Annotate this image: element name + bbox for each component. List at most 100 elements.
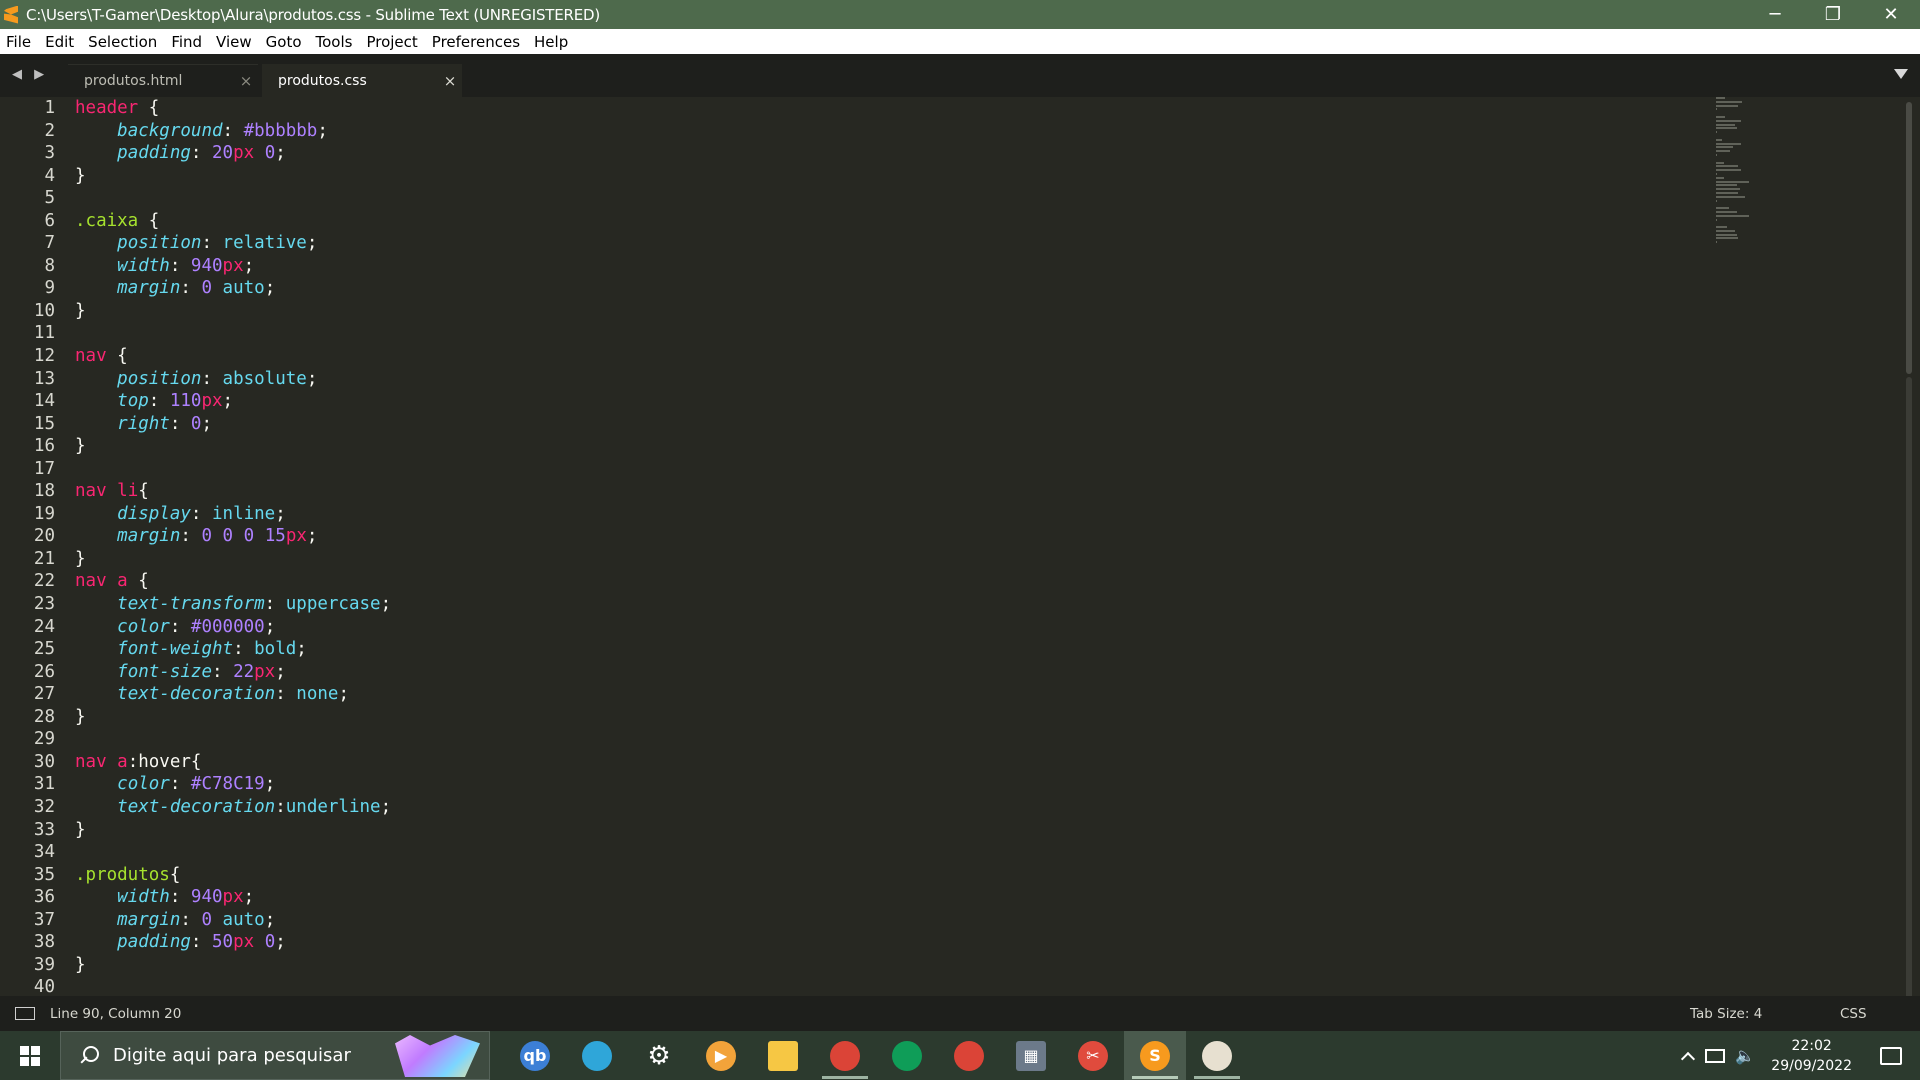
code-line[interactable]: .produtos{ bbox=[75, 864, 391, 887]
code-line[interactable]: nav li{ bbox=[75, 480, 391, 503]
code-line[interactable]: position: relative; bbox=[75, 232, 391, 255]
taskbar-app-chrome-profile-2[interactable] bbox=[938, 1031, 1000, 1080]
code-line[interactable]: text-decoration:underline; bbox=[75, 796, 391, 819]
file-explorer-icon bbox=[768, 1040, 798, 1071]
minimize-button[interactable]: ─ bbox=[1746, 0, 1804, 29]
tab-produtos-html[interactable]: produtos.html × bbox=[68, 64, 258, 97]
code-line[interactable]: } bbox=[75, 954, 391, 977]
code-line[interactable]: padding: 20px 0; bbox=[75, 142, 391, 165]
menu-file[interactable]: File bbox=[0, 33, 38, 51]
code-line[interactable]: } bbox=[75, 819, 391, 842]
code-line[interactable]: top: 110px; bbox=[75, 390, 391, 413]
menu-project[interactable]: Project bbox=[359, 33, 424, 51]
code-token: relative bbox=[222, 233, 307, 254]
code-line[interactable]: font-size: 22px; bbox=[75, 661, 391, 684]
tab-list-dropdown-icon[interactable] bbox=[1894, 69, 1908, 79]
code-line[interactable]: } bbox=[75, 165, 391, 188]
menu-edit[interactable]: Edit bbox=[38, 33, 81, 51]
menu-selection[interactable]: Selection bbox=[81, 33, 164, 51]
code-line[interactable] bbox=[75, 728, 391, 751]
code-token: :hover{ bbox=[127, 751, 202, 772]
code-line[interactable]: right: 0; bbox=[75, 413, 391, 436]
taskbar-app-chrome-profile[interactable] bbox=[876, 1031, 938, 1080]
syntax-indicator[interactable]: CSS bbox=[1840, 1006, 1920, 1022]
code-line[interactable]: font-weight: bold; bbox=[75, 638, 391, 661]
code-line[interactable]: } bbox=[75, 435, 391, 458]
code-token: } bbox=[75, 548, 86, 569]
minimap[interactable] bbox=[1716, 97, 1756, 327]
code-line[interactable]: background: #bbbbbb; bbox=[75, 120, 391, 143]
code-line[interactable]: } bbox=[75, 300, 391, 323]
menu-help[interactable]: Help bbox=[527, 33, 575, 51]
code-line[interactable]: margin: 0 auto; bbox=[75, 909, 391, 932]
taskbar-app-sublime-text[interactable]: S bbox=[1124, 1031, 1186, 1080]
code-token: 22 bbox=[233, 661, 255, 682]
taskbar-app-paint[interactable] bbox=[1186, 1031, 1248, 1080]
close-button[interactable]: ✕ bbox=[1862, 0, 1920, 29]
code-editor[interactable]: 1 2 3 4 5 6 7 8 9 10 11 12 13 14 15 16 17 18 19 20 21 22 23 24 2… bbox=[0, 97, 1920, 1080]
network-icon[interactable] bbox=[1705, 1048, 1726, 1063]
taskbar-app-edge[interactable] bbox=[566, 1031, 628, 1080]
tab-navigation-arrows[interactable]: ◀ ▶ bbox=[12, 67, 48, 82]
code-line[interactable]: position: absolute; bbox=[75, 368, 391, 391]
code-token: ; bbox=[264, 774, 276, 795]
notifications-icon[interactable] bbox=[1880, 1046, 1902, 1065]
code-line[interactable]: width: 940px; bbox=[75, 255, 391, 278]
taskbar-app-chrome[interactable] bbox=[814, 1031, 876, 1080]
code-token: px bbox=[233, 932, 255, 953]
code-token: bold bbox=[254, 639, 297, 660]
tab-size-indicator[interactable]: Tab Size: 4 bbox=[1690, 1006, 1840, 1022]
code-token: ; bbox=[380, 594, 392, 615]
panel-toggle-icon[interactable] bbox=[15, 1007, 35, 1020]
code-line[interactable]: padding: 50px 0; bbox=[75, 931, 391, 954]
code-line[interactable]: nav a { bbox=[75, 570, 391, 593]
taskbar-app-qbittorrent[interactable]: qb bbox=[504, 1031, 566, 1080]
code-line[interactable]: margin: 0 0 0 15px; bbox=[75, 525, 391, 548]
menu-tools[interactable]: Tools bbox=[309, 33, 360, 51]
code-token: right bbox=[117, 413, 170, 434]
tab-close-icon[interactable]: × bbox=[234, 72, 258, 90]
menu-find[interactable]: Find bbox=[164, 33, 209, 51]
code-line[interactable]: display: inline; bbox=[75, 503, 391, 526]
code-line[interactable] bbox=[75, 841, 391, 864]
code-line[interactable]: .caixa { bbox=[75, 210, 391, 233]
code-line[interactable]: text-decoration: none; bbox=[75, 683, 391, 706]
show-hidden-icons-icon[interactable] bbox=[1681, 1051, 1696, 1066]
code-token: { bbox=[138, 210, 160, 231]
code-line[interactable]: margin: 0 auto; bbox=[75, 277, 391, 300]
status-bar: Line 90, Column 20 Tab Size: 4 CSS bbox=[0, 996, 1920, 1031]
menu-preferences[interactable]: Preferences bbox=[425, 33, 527, 51]
taskbar-app-calculator[interactable]: ▦ bbox=[1000, 1031, 1062, 1080]
taskbar-app-settings[interactable]: ⚙ bbox=[628, 1031, 690, 1080]
code-line[interactable]: } bbox=[75, 548, 391, 571]
volume-icon[interactable]: 🔈 bbox=[1735, 1046, 1755, 1065]
code-area[interactable]: header { background: #bbbbbb; padding: 2… bbox=[75, 97, 391, 999]
code-line[interactable] bbox=[75, 458, 391, 481]
menu-view[interactable]: View bbox=[209, 33, 259, 51]
tab-close-icon[interactable]: × bbox=[438, 72, 462, 90]
taskbar-app-media-player[interactable]: ▶ bbox=[690, 1031, 752, 1080]
code-line[interactable] bbox=[75, 322, 391, 345]
tab-produtos-css[interactable]: produtos.css × bbox=[262, 64, 462, 97]
taskbar-app-file-explorer[interactable] bbox=[752, 1031, 814, 1080]
code-line[interactable]: nav a:hover{ bbox=[75, 751, 391, 774]
line-number: 28 bbox=[33, 706, 55, 727]
code-line[interactable]: } bbox=[75, 706, 391, 729]
maximize-button[interactable]: ❐ bbox=[1804, 0, 1862, 29]
taskbar-search-box[interactable]: Digite aqui para pesquisar bbox=[60, 1031, 490, 1080]
scrollbar-track[interactable] bbox=[1906, 377, 1912, 1080]
start-button[interactable] bbox=[0, 1031, 60, 1080]
code-line[interactable] bbox=[75, 187, 391, 210]
code-token: : bbox=[201, 368, 223, 389]
code-line[interactable]: color: #C78C19; bbox=[75, 773, 391, 796]
menu-goto[interactable]: Goto bbox=[259, 33, 309, 51]
code-line[interactable]: header { bbox=[75, 97, 391, 120]
code-token: nav bbox=[75, 751, 107, 772]
clock[interactable]: 22:02 29/09/2022 bbox=[1771, 1036, 1852, 1076]
code-line[interactable]: nav { bbox=[75, 345, 391, 368]
scrollbar-thumb[interactable] bbox=[1906, 102, 1912, 374]
code-line[interactable]: text-transform: uppercase; bbox=[75, 593, 391, 616]
code-line[interactable]: width: 940px; bbox=[75, 886, 391, 909]
code-line[interactable]: color: #000000; bbox=[75, 616, 391, 639]
taskbar-app-snipping-tool[interactable]: ✂ bbox=[1062, 1031, 1124, 1080]
